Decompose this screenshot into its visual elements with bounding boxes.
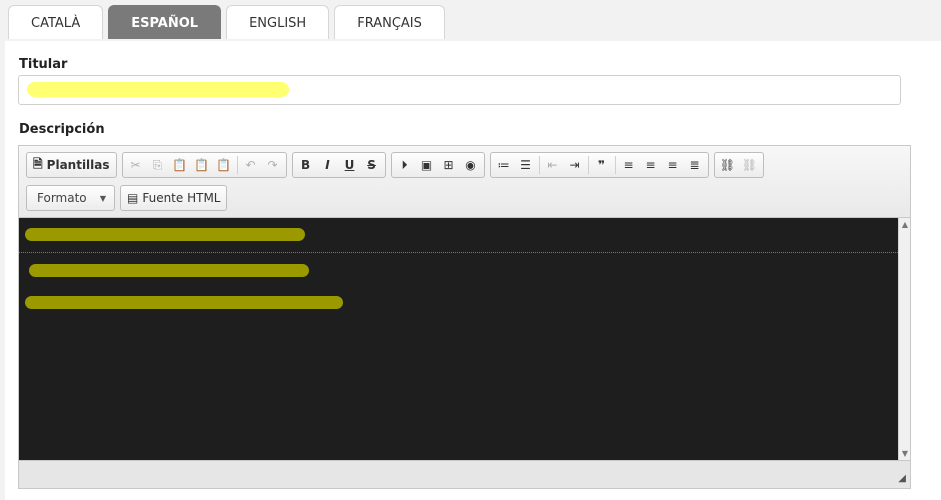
redacted-scribble (29, 264, 309, 277)
insert-group: ⏵ ▣ ⊞ ◉ (390, 152, 485, 178)
copy-icon[interactable]: ⎘ (147, 154, 169, 176)
chevron-down-icon: ▼ (99, 193, 106, 203)
globe-icon[interactable]: ◉ (460, 154, 482, 176)
format-select[interactable]: Formato ▼ (26, 185, 115, 211)
scroll-down-icon[interactable]: ▼ (899, 449, 910, 458)
redo-icon[interactable]: ↷ (262, 154, 284, 176)
source-icon: ▤ (127, 191, 139, 205)
titular-label: Titular (19, 57, 68, 72)
fuente-html-button[interactable]: ▤ Fuente HTML (123, 187, 224, 209)
numbered-list-icon[interactable]: ≔ (493, 154, 515, 176)
redacted-highlight (27, 82, 289, 97)
align-justify-icon[interactable]: ≣ (684, 154, 706, 176)
form-panel: Titular Descripción 🗎 Plantillas ✂ ⎘ 📋 📋… (5, 41, 941, 500)
image-icon[interactable]: ▣ (416, 154, 438, 176)
editor-toolbar: 🗎 Plantillas ✂ ⎘ 📋 📋 📋 ↶ ↷ B I U S ⏵ ▣ ⊞… (19, 146, 910, 218)
indent-icon[interactable]: ⇥ (564, 154, 586, 176)
plantillas-button[interactable]: 🗎 Plantillas (29, 154, 114, 176)
link-group: ⛓ ⛓ (713, 152, 764, 178)
underline-button[interactable]: U (339, 154, 361, 176)
align-left-icon[interactable]: ≡ (618, 154, 640, 176)
language-tabs: CATALÀ ESPAÑOL ENGLISH FRANÇAIS (8, 5, 445, 41)
paste-text-icon[interactable]: 📋 (191, 154, 213, 176)
block-outline (19, 252, 898, 253)
document-icon: 🗎 (33, 156, 43, 171)
undo-icon[interactable]: ↶ (240, 154, 262, 176)
tab-catala[interactable]: CATALÀ (8, 5, 104, 39)
strike-button[interactable]: S (361, 154, 383, 176)
italic-button[interactable]: I (317, 154, 339, 176)
outdent-icon[interactable]: ⇤ (542, 154, 564, 176)
play-icon[interactable]: ⏵ (394, 154, 416, 176)
table-icon[interactable]: ⊞ (438, 154, 460, 176)
scroll-up-icon[interactable]: ▲ (899, 220, 910, 229)
resize-handle-icon[interactable]: ◢ (898, 473, 906, 484)
unlink-icon[interactable]: ⛓ (739, 154, 761, 176)
divider (538, 156, 540, 174)
bulleted-list-icon[interactable]: ☰ (515, 154, 537, 176)
paragraph-group: ≔ ☰ ⇤ ⇥ ❞ ≡ ≡ ≡ ≣ (489, 152, 709, 178)
redacted-scribble (25, 228, 305, 241)
clipboard-group: ✂ ⎘ 📋 📋 📋 ↶ ↷ (121, 152, 287, 178)
divider (614, 156, 616, 174)
redacted-scribble (25, 296, 343, 309)
style-group: B I U S (291, 152, 386, 178)
quote-icon[interactable]: ❞ (591, 154, 613, 176)
source-group: ▤ Fuente HTML (120, 185, 228, 211)
paste-word-icon[interactable]: 📋 (213, 154, 235, 176)
editor-content[interactable]: ▲ ▼ (19, 218, 910, 460)
rich-text-editor: 🗎 Plantillas ✂ ⎘ 📋 📋 📋 ↶ ↷ B I U S ⏵ ▣ ⊞… (18, 145, 911, 489)
titular-input[interactable] (18, 75, 901, 105)
tab-espanol[interactable]: ESPAÑOL (108, 5, 222, 39)
descripcion-label: Descripción (19, 122, 105, 137)
paste-icon[interactable]: 📋 (169, 154, 191, 176)
align-center-icon[interactable]: ≡ (640, 154, 662, 176)
align-right-icon[interactable]: ≡ (662, 154, 684, 176)
tab-english[interactable]: ENGLISH (226, 5, 330, 39)
divider (587, 156, 589, 174)
cut-icon[interactable]: ✂ (125, 154, 147, 176)
bold-button[interactable]: B (295, 154, 317, 176)
editor-statusbar: ◢ (19, 460, 910, 488)
editor-scrollbar[interactable]: ▲ ▼ (898, 218, 910, 460)
link-icon[interactable]: ⛓ (717, 154, 739, 176)
templates-group: 🗎 Plantillas (26, 152, 117, 178)
tab-francais[interactable]: FRANÇAIS (334, 5, 445, 39)
divider (236, 156, 238, 174)
